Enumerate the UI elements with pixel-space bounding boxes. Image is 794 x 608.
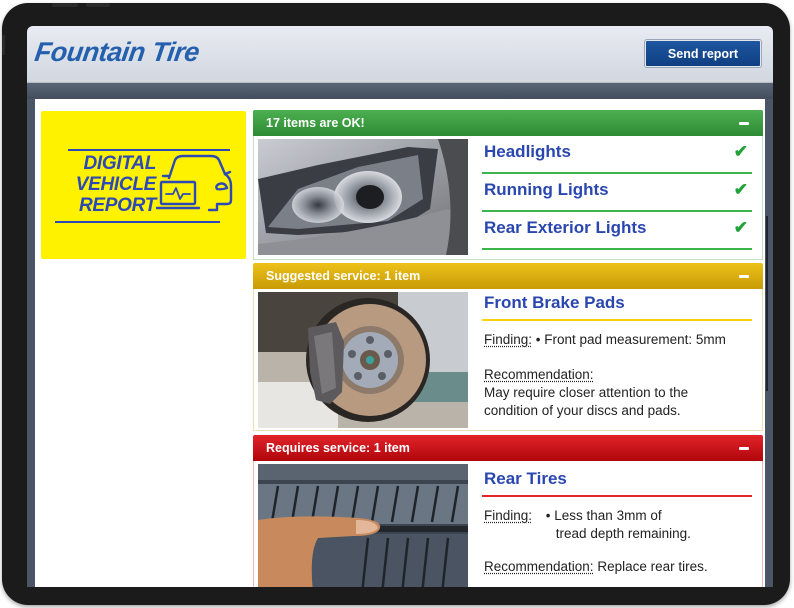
section-suggested-header[interactable]: Suggested service: 1 item	[253, 263, 763, 289]
header-subbar	[27, 83, 773, 99]
recommendation-text: Replace rear tires.	[597, 559, 708, 574]
recommendation-block: Recommendation: May require closer atten…	[484, 366, 688, 420]
finding-label: Finding:	[484, 332, 533, 347]
checkmark-icon: ✔	[733, 142, 748, 161]
headlight-photo	[258, 139, 468, 255]
service-item-title[interactable]: Rear Tires	[482, 469, 752, 489]
ok-item-label: Running Lights	[484, 180, 609, 199]
finding-row: Finding: • Less than 3mm of tread depth …	[484, 507, 691, 543]
digital-vehicle-report-banner: DIGITAL VEHICLE REPORT	[41, 111, 246, 259]
tire-tread-photo	[258, 464, 468, 587]
section-suggested-body: Front Brake Pads Finding: • Front pad me…	[253, 289, 763, 431]
app-header: Fountain Tire Send report	[27, 26, 773, 83]
section-ok-body: Headlights ✔ Running Lights ✔ Rear Exter…	[253, 136, 763, 260]
finding-label: Finding:	[484, 508, 533, 523]
ok-item[interactable]: Rear Exterior Lights ✔	[482, 212, 752, 250]
service-item-rule	[482, 495, 752, 497]
banner-bottom-rule	[55, 221, 220, 223]
section-requires-header[interactable]: Requires service: 1 item	[253, 435, 763, 461]
ok-item[interactable]: Running Lights ✔	[482, 174, 752, 212]
section-suggested-title: Suggested service: 1 item	[266, 269, 421, 283]
finding-text-line: tread depth remaining.	[555, 526, 691, 541]
ok-item-label: Headlights	[484, 142, 571, 161]
minus-icon[interactable]	[739, 122, 749, 125]
device-button	[86, 3, 110, 7]
device-side-button	[2, 35, 5, 55]
banner-title: DIGITAL VEHICLE REPORT	[56, 153, 157, 216]
ok-item[interactable]: Headlights ✔	[482, 136, 752, 174]
finding-text: • Less than 3mm of tread depth remaining…	[546, 507, 691, 543]
banner-line: REPORT	[78, 195, 156, 216]
scrollbar-thumb[interactable]	[766, 216, 768, 391]
section-ok-title: 17 items are OK!	[266, 116, 365, 130]
checkmark-icon: ✔	[733, 180, 748, 199]
ok-item-label: Rear Exterior Lights	[484, 218, 647, 237]
brake-disc-photo	[258, 292, 468, 428]
car-with-laptop-icon	[155, 154, 233, 212]
finding-row: Finding: • Front pad measurement: 5mm	[484, 331, 726, 349]
fountain-tire-logo[interactable]: Fountain Tire	[33, 37, 201, 68]
service-item-rule	[482, 319, 752, 321]
device-button	[52, 3, 78, 7]
recommendation-text: condition of your discs and pads.	[484, 403, 681, 418]
section-requires: Requires service: 1 item Rear Tires Find…	[253, 435, 763, 587]
banner-line: DIGITAL	[83, 153, 157, 174]
screen: Fountain Tire Send report DIGITAL VEHICL…	[27, 26, 773, 587]
recommendation-row: Recommendation: Replace rear tires.	[484, 558, 708, 576]
recommendation-text: May require closer attention to the	[484, 385, 689, 400]
section-requires-title: Requires service: 1 item	[266, 441, 410, 455]
finding-text-line: • Less than 3mm of	[545, 508, 662, 523]
tablet-frame: Fountain Tire Send report DIGITAL VEHICL…	[2, 3, 790, 605]
finding-text: • Front pad measurement: 5mm	[535, 332, 726, 347]
minus-icon[interactable]	[739, 275, 749, 278]
service-item-title[interactable]: Front Brake Pads	[482, 293, 752, 313]
checkmark-icon: ✔	[733, 218, 748, 237]
recommendation-label: Recommendation:	[484, 367, 594, 382]
section-requires-body: Rear Tires Finding: • Less than 3mm of t…	[253, 461, 763, 587]
section-ok-header[interactable]: 17 items are OK!	[253, 110, 763, 136]
banner-line: VEHICLE	[75, 174, 157, 195]
report-content: DIGITAL VEHICLE REPORT 17 items are OK! …	[35, 99, 767, 587]
minus-icon[interactable]	[739, 447, 749, 450]
recommendation-label: Recommendation:	[484, 559, 594, 574]
send-report-button[interactable]: Send report	[645, 40, 761, 67]
section-ok: 17 items are OK! Headlights ✔ Running Li…	[253, 110, 763, 260]
section-suggested: Suggested service: 1 item Front Brake Pa…	[253, 263, 763, 431]
